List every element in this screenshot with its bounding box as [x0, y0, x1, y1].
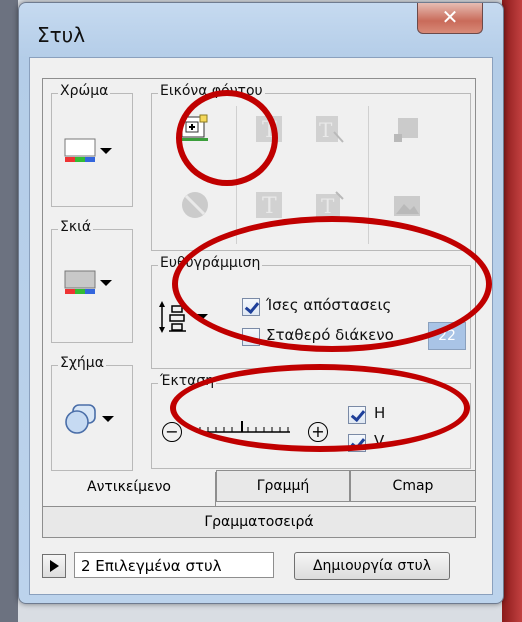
tab-cmap[interactable]: Cmap [350, 470, 476, 502]
zoom-out-button[interactable]: − [162, 422, 182, 442]
shape-group: Σχήμα [51, 355, 133, 471]
shape-dropdown[interactable] [64, 398, 128, 440]
image-fit-icon[interactable] [392, 114, 422, 144]
shadow-color-dropdown[interactable] [64, 262, 128, 304]
color-group: Χρώμα [51, 83, 133, 207]
fill-color-dropdown[interactable] [64, 130, 128, 172]
tab-object-label: Αντικείμενο [87, 479, 171, 495]
image-tile-icon[interactable] [392, 190, 422, 220]
chevron-down-icon [102, 416, 114, 422]
text-image-center-icon[interactable]: T [254, 190, 284, 220]
annotation-ellipse-image [176, 90, 278, 186]
svg-text:T: T [321, 194, 335, 218]
close-button[interactable]: ✕ [417, 3, 483, 34]
play-icon [50, 560, 59, 572]
chevron-down-icon [100, 148, 112, 154]
text-image-scale-icon[interactable]: T [314, 114, 344, 144]
selected-styles-text: 2 Επιλεγμένα στυλ [81, 557, 222, 575]
no-image-icon[interactable] [180, 190, 210, 220]
fill-color-icon [64, 138, 96, 162]
shadow-group-label: Σκιά [58, 219, 94, 235]
tab-font-label: Γραμματοσειρά [204, 514, 314, 530]
tab-object[interactable]: Αντικείμενο [42, 472, 216, 507]
shadow-group: Σκιά [51, 219, 133, 343]
tab-font[interactable]: Γραμματοσειρά [42, 506, 476, 538]
shape-icon [65, 404, 96, 434]
create-style-button[interactable]: Δημιουργία στυλ [294, 552, 450, 580]
shadow-color-icon [64, 270, 96, 294]
color-group-label: Χρώμα [58, 83, 111, 99]
close-icon: ✕ [441, 5, 459, 29]
svg-text:T: T [319, 118, 333, 142]
shape-group-label: Σχήμα [58, 355, 106, 371]
tab-line-label: Γραμμή [256, 478, 310, 494]
annotation-ellipse-extent [170, 364, 470, 452]
minus-icon: − [165, 422, 179, 441]
selected-styles-field[interactable]: 2 Επιλεγμένα στυλ [74, 552, 274, 578]
create-style-button-label: Δημιουργία στυλ [312, 558, 432, 574]
window-title: Στυλ [37, 23, 86, 47]
expand-button[interactable] [42, 554, 66, 578]
tab-line[interactable]: Γραμμή [216, 470, 350, 502]
tab-cmap-label: Cmap [392, 478, 434, 494]
svg-text:T: T [262, 194, 277, 219]
chevron-down-icon [100, 280, 112, 286]
annotation-ellipse-alignment [172, 216, 492, 352]
